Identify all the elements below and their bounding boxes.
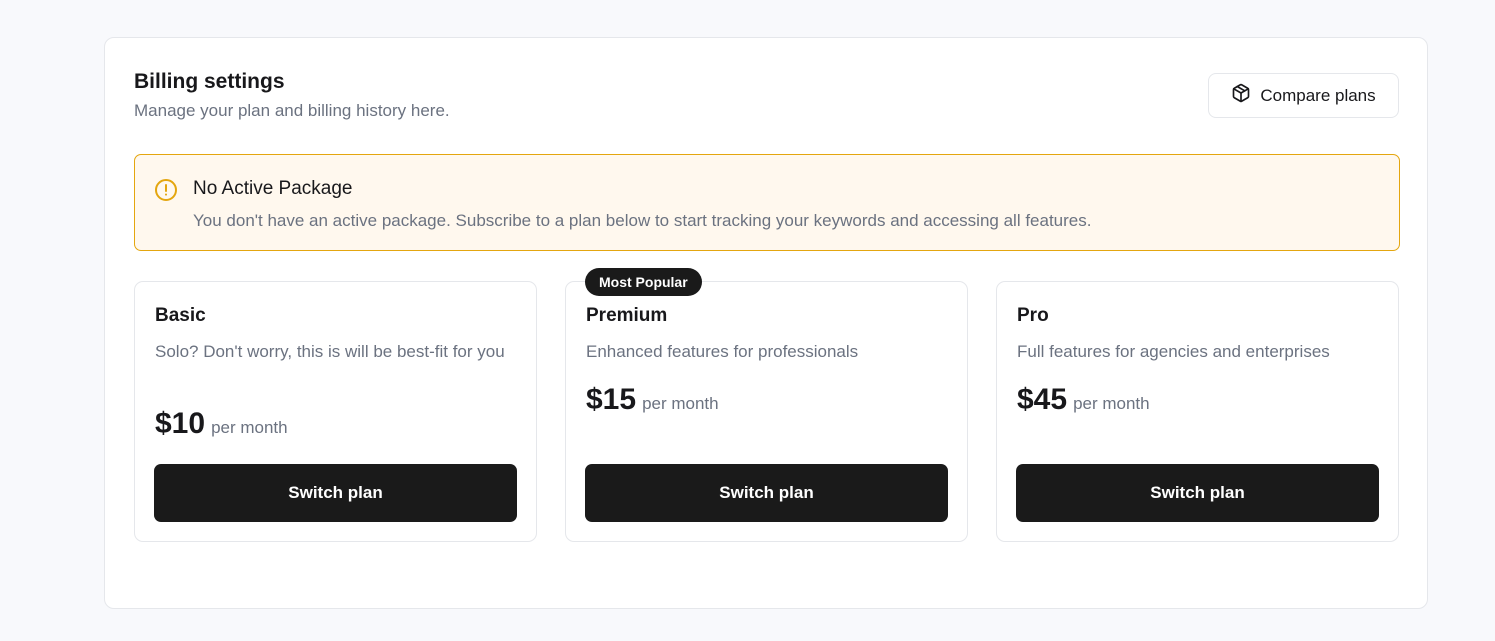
compare-plans-label: Compare plans xyxy=(1260,85,1376,105)
switch-plan-button-basic[interactable]: Switch plan xyxy=(154,464,517,522)
alert-title: No Active Package xyxy=(193,178,353,199)
plan-price: $15 xyxy=(586,383,637,416)
plan-description: Full features for agencies and enterpris… xyxy=(1017,342,1330,361)
plan-price-row: $15 per month xyxy=(586,383,719,417)
plan-card-pro: Pro Full features for agencies and enter… xyxy=(996,281,1399,542)
plan-name: Basic xyxy=(155,305,206,326)
no-active-package-alert: No Active Package You don't have an acti… xyxy=(134,154,1400,251)
plan-description: Enhanced features for professionals xyxy=(586,342,859,361)
billing-settings-card: Billing settings Manage your plan and bi… xyxy=(104,37,1428,609)
billing-header: Billing settings Manage your plan and bi… xyxy=(134,70,1399,130)
alert-circle-icon xyxy=(154,178,178,202)
plan-name: Pro xyxy=(1017,305,1049,326)
plan-card-premium: Most Popular Premium Enhanced features f… xyxy=(565,268,968,542)
plan-period: per month xyxy=(642,394,719,413)
plan-card-basic: Basic Solo? Don't worry, this is will be… xyxy=(134,281,537,542)
plan-description: Solo? Don't worry, this is will be best-… xyxy=(155,342,505,361)
alert-text: You don't have an active package. Subscr… xyxy=(193,211,1092,230)
plan-price-row: $10 per month xyxy=(155,407,288,441)
switch-plan-button-pro[interactable]: Switch plan xyxy=(1016,464,1379,522)
plan-period: per month xyxy=(1073,394,1150,413)
plan-period: per month xyxy=(211,418,288,437)
plan-price: $45 xyxy=(1017,383,1068,416)
plan-price: $10 xyxy=(155,407,206,440)
plan-name: Premium xyxy=(586,305,668,326)
package-icon xyxy=(1231,83,1251,108)
switch-plan-button-premium[interactable]: Switch plan xyxy=(585,464,948,522)
most-popular-badge: Most Popular xyxy=(585,268,702,296)
compare-plans-button[interactable]: Compare plans xyxy=(1208,73,1399,118)
plan-price-row: $45 per month xyxy=(1017,383,1150,417)
